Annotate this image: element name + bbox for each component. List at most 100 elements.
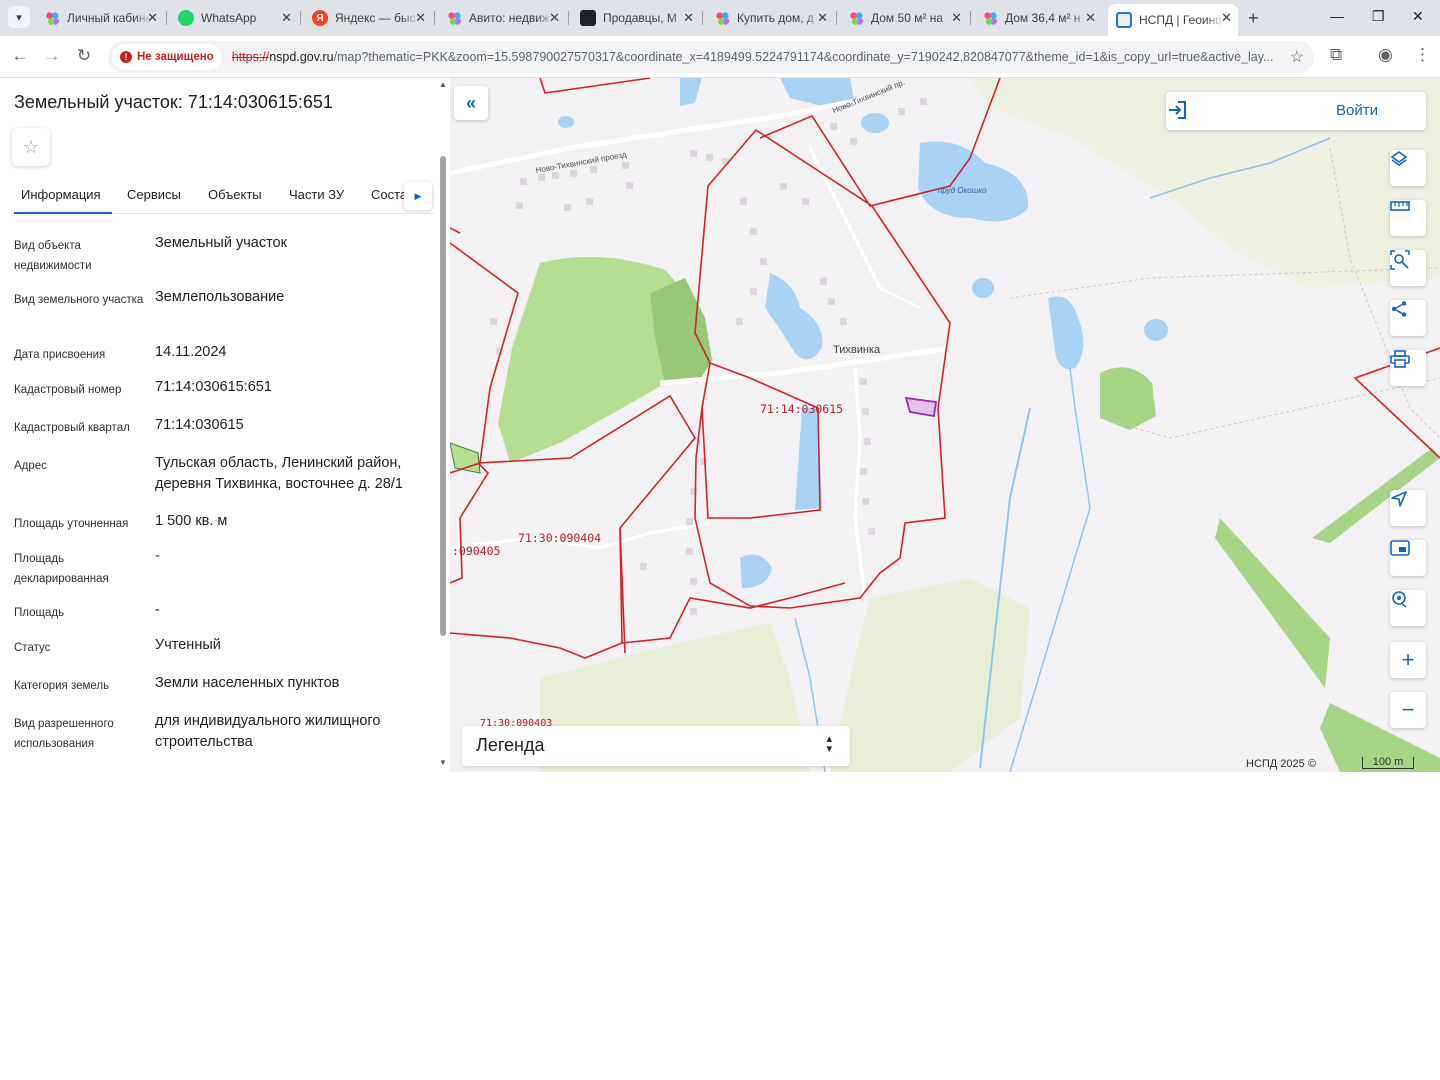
property-value: 71:14:030615 bbox=[155, 417, 244, 433]
tab-search-menu-icon[interactable]: ▾ bbox=[8, 6, 30, 28]
url-host: nspd.gov.ru bbox=[269, 50, 334, 64]
close-icon[interactable]: ✕ bbox=[1221, 10, 1232, 26]
tab-separator bbox=[300, 11, 301, 25]
collapse-panel-button[interactable]: « bbox=[454, 86, 488, 120]
double-chevron-left-icon: « bbox=[465, 92, 476, 113]
tab-services[interactable]: Сервисы bbox=[127, 187, 181, 202]
not-secure-chip[interactable]: ! Не защищено bbox=[112, 44, 222, 70]
profile-icon[interactable]: ◉ bbox=[1378, 45, 1393, 65]
browser-tab[interactable]: Я Яндекс — быстрый ✕ bbox=[304, 4, 432, 32]
printer-icon bbox=[1390, 350, 1410, 368]
tab-information[interactable]: Информация bbox=[21, 187, 101, 202]
water-body bbox=[1144, 319, 1168, 341]
road bbox=[853, 367, 867, 599]
water-body bbox=[972, 278, 994, 298]
locate-me-button[interactable] bbox=[1390, 490, 1426, 526]
browser-tab[interactable]: Дом 50 м² на ✕ bbox=[840, 4, 968, 32]
layers-button[interactable] bbox=[1390, 150, 1426, 186]
print-button[interactable] bbox=[1390, 350, 1426, 386]
forward-arrow-icon[interactable]: → bbox=[41, 46, 63, 66]
property-label: Дата присвоения bbox=[14, 349, 106, 361]
quarter-label: 71:14:030615 bbox=[760, 402, 844, 416]
measure-button[interactable] bbox=[1390, 200, 1426, 236]
address-bar[interactable]: ! Не защищено https://nspd.gov.ru/map?th… bbox=[108, 41, 1314, 73]
close-icon[interactable]: ✕ bbox=[415, 10, 426, 26]
pond-label: пруд Окошко bbox=[938, 186, 987, 195]
multicolor-dots-icon bbox=[982, 10, 998, 26]
scale-label: 100 m bbox=[1372, 756, 1404, 768]
panel-scrollbar[interactable]: ▲ ▼ bbox=[438, 78, 448, 772]
expand-collapse-icon[interactable]: ▴ ▾ bbox=[826, 734, 832, 755]
tab-title: НСПД | Геоинформационная bbox=[1139, 13, 1223, 27]
tab-separator bbox=[434, 11, 435, 25]
window-close-icon[interactable]: ✕ bbox=[1412, 8, 1424, 25]
dark-square-icon bbox=[580, 10, 596, 26]
browser-tab[interactable]: WhatsApp ✕ bbox=[170, 4, 298, 32]
favorite-star-button[interactable]: ☆ bbox=[12, 128, 50, 166]
back-arrow-icon[interactable]: ← bbox=[9, 46, 31, 66]
cadastral-number-value: 71:14:030615:651 bbox=[155, 379, 272, 395]
field-area bbox=[830, 578, 1030, 772]
map-scale-bar: 100 m bbox=[1362, 757, 1414, 769]
browser-tab[interactable]: Купить дом, д ✕ bbox=[706, 4, 834, 32]
geolocation-button[interactable] bbox=[1390, 590, 1426, 626]
scroll-down-arrow-icon[interactable]: ▼ bbox=[439, 758, 447, 767]
close-icon[interactable]: ✕ bbox=[549, 10, 560, 26]
close-icon[interactable]: ✕ bbox=[817, 10, 828, 26]
zoom-in-button[interactable]: + bbox=[1390, 642, 1426, 678]
browser-tab[interactable]: Продавцы, М ✕ bbox=[572, 4, 700, 32]
url-text[interactable]: https://nspd.gov.ru/map?thematic=PKK&zoo… bbox=[232, 50, 1282, 64]
property-value: Земельный участок bbox=[155, 235, 287, 251]
tabs-scroll-right-button[interactable]: ▶ bbox=[404, 182, 432, 210]
property-label: Площадь bbox=[14, 607, 65, 619]
minimap-button[interactable] bbox=[1390, 540, 1426, 576]
property-label: Кадастровый квартал bbox=[14, 422, 130, 434]
legend-title: Легенда bbox=[476, 735, 545, 755]
login-bar[interactable]: Войти bbox=[1166, 92, 1426, 130]
property-label: Кадастровый номер bbox=[14, 384, 122, 396]
browser-tab[interactable]: Личный кабинет ✕ bbox=[36, 4, 164, 32]
reload-icon[interactable]: ↻ bbox=[73, 46, 95, 66]
stream bbox=[1009, 367, 1091, 772]
tab-composition[interactable]: Соста... bbox=[371, 187, 406, 202]
tab-parts[interactable]: Части ЗУ bbox=[289, 187, 344, 202]
status-value: Учтенный bbox=[155, 637, 221, 653]
legend-panel[interactable]: Легенда ▴ ▾ bbox=[462, 726, 850, 766]
plus-icon: + bbox=[1401, 647, 1415, 672]
bookmark-star-icon[interactable]: ☆ bbox=[1290, 47, 1304, 67]
area-search-button[interactable] bbox=[1390, 250, 1426, 286]
page-title: Земельный участок: 71:14:030615:651 bbox=[14, 92, 333, 112]
whatsapp-icon bbox=[178, 10, 194, 26]
tab-objects[interactable]: Объекты bbox=[208, 187, 262, 202]
multicolor-dots-icon bbox=[44, 10, 60, 26]
close-icon[interactable]: ✕ bbox=[147, 10, 158, 26]
boundary-quarter-w bbox=[450, 462, 490, 584]
minimize-icon[interactable]: — bbox=[1330, 8, 1344, 24]
close-icon[interactable]: ✕ bbox=[683, 10, 694, 26]
security-label: Не защищено bbox=[137, 51, 214, 63]
login-button[interactable]: Войти bbox=[1336, 102, 1378, 119]
browser-tab[interactable]: Дом 36,4 м² н ✕ bbox=[974, 4, 1102, 32]
cadastral-map[interactable]: 71:14:030615 71:30:090404 :090405 71:30:… bbox=[450, 78, 1440, 772]
scrollbar-thumb[interactable] bbox=[440, 156, 446, 636]
property-value: 14.11.2024 bbox=[155, 344, 227, 360]
address-value: Тульская область, Ленинский район, дерев… bbox=[155, 455, 403, 492]
extensions-puzzle-icon[interactable]: ⧉ bbox=[1330, 45, 1342, 65]
close-icon[interactable]: ✕ bbox=[1085, 10, 1096, 26]
quarter-label: 71:30:090404 bbox=[518, 531, 602, 545]
tab-title: Дом 50 м² на bbox=[871, 11, 944, 25]
close-icon[interactable]: ✕ bbox=[951, 10, 962, 26]
share-button[interactable] bbox=[1390, 300, 1426, 336]
tab-title: Продавцы, М bbox=[603, 11, 677, 25]
browser-tab[interactable]: Авито: недвижимость ✕ bbox=[438, 4, 566, 32]
scroll-up-arrow-icon[interactable]: ▲ bbox=[439, 80, 447, 89]
new-tab-plus-icon[interactable]: + bbox=[1248, 8, 1259, 29]
browser-menu-icon[interactable]: ⋮ bbox=[1414, 45, 1431, 65]
restore-icon[interactable]: ❐ bbox=[1372, 8, 1385, 25]
close-icon[interactable]: ✕ bbox=[281, 10, 292, 26]
browser-tab-active[interactable]: НСПД | Геоинформационная ✕ bbox=[1108, 4, 1238, 36]
nspd-icon bbox=[1116, 12, 1132, 28]
water-body bbox=[680, 78, 702, 106]
zoom-out-button[interactable]: − bbox=[1390, 692, 1426, 728]
property-value: Земли населенных пунктов bbox=[155, 675, 340, 691]
